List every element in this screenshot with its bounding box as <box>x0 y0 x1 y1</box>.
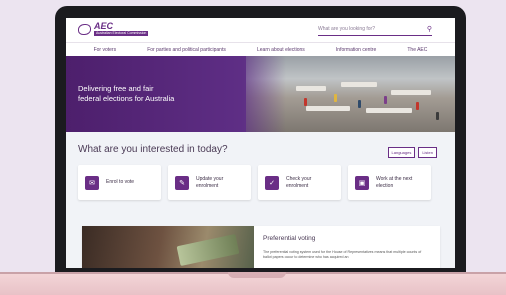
hero-banner: Delivering free and fair federal electio… <box>66 56 455 132</box>
logo-text: AEC <box>94 21 114 31</box>
card-label: Work at the next election <box>376 175 413 189</box>
user-check-icon: ✓ <box>265 175 279 190</box>
search-icon[interactable]: ⚲ <box>427 25 432 33</box>
accessibility-toggles: Languages Listen <box>387 147 437 158</box>
worker-figure <box>416 102 419 110</box>
counting-table <box>366 108 412 113</box>
site-header: AEC Australian Electoral Commission What… <box>66 18 455 42</box>
hero-photo <box>246 56 455 132</box>
card-label: Enrol to vote <box>106 179 135 185</box>
task-cards: ✉ Enrol to vote ✎ Update your enrolment … <box>66 155 455 200</box>
nav-item-about[interactable]: The AEC <box>407 47 427 53</box>
counting-table <box>341 82 377 87</box>
worker-figure <box>358 100 361 108</box>
australia-map-icon <box>78 23 91 35</box>
nav-item-parties[interactable]: For parties and political participants <box>147 47 226 53</box>
counting-table <box>296 86 326 91</box>
browser-screen: AEC Australian Electoral Commission What… <box>66 18 455 268</box>
feature-description: The preferential voting system used for … <box>263 250 422 259</box>
worker-figure <box>334 94 337 102</box>
search-input[interactable]: What are you looking for? ⚲ <box>318 24 432 36</box>
search-placeholder: What are you looking for? <box>318 26 375 32</box>
worker-figure <box>304 98 307 106</box>
nav-item-learn[interactable]: Learn about elections <box>257 47 305 53</box>
card-check-enrolment[interactable]: ✓ Check your enrolment <box>258 165 341 200</box>
languages-button[interactable]: Languages <box>387 147 416 158</box>
feature-card[interactable]: Preferential voting The preferential vot… <box>82 226 440 268</box>
listen-button[interactable]: Listen <box>418 147 437 158</box>
card-label: Check your enrolment <box>286 175 312 189</box>
main-nav: For voters For parties and political par… <box>66 42 455 56</box>
hero-text: Delivering free and fair federal electio… <box>78 84 174 104</box>
worker-figure <box>436 112 439 120</box>
counting-table <box>391 90 431 95</box>
briefcase-icon: ▣ <box>355 175 369 190</box>
laptop-notch <box>228 272 286 278</box>
card-work-election[interactable]: ▣ Work at the next election <box>348 165 431 200</box>
worker-figure <box>384 96 387 104</box>
card-update-enrolment[interactable]: ✎ Update your enrolment <box>168 165 251 200</box>
counting-table <box>306 106 350 111</box>
feature-title: Preferential voting <box>263 235 316 242</box>
nav-item-information[interactable]: Information centre <box>336 47 376 53</box>
nav-item-voters[interactable]: For voters <box>94 47 117 53</box>
hero-line-1: Delivering free and fair <box>78 84 154 93</box>
card-label: Update your enrolment <box>196 175 224 189</box>
logo-subtitle: Australian Electoral Commission <box>94 31 149 36</box>
laptop-base <box>0 272 506 295</box>
aec-logo[interactable]: AEC Australian Electoral Commission <box>78 21 149 36</box>
edit-icon: ✎ <box>175 175 189 190</box>
feature-image <box>82 226 254 268</box>
card-enrol[interactable]: ✉ Enrol to vote <box>78 165 161 200</box>
interest-section: What are you interested in today? Langua… <box>66 132 455 158</box>
hero-line-2: federal elections for Australia <box>78 94 175 103</box>
ballot-icon: ✉ <box>85 175 99 190</box>
